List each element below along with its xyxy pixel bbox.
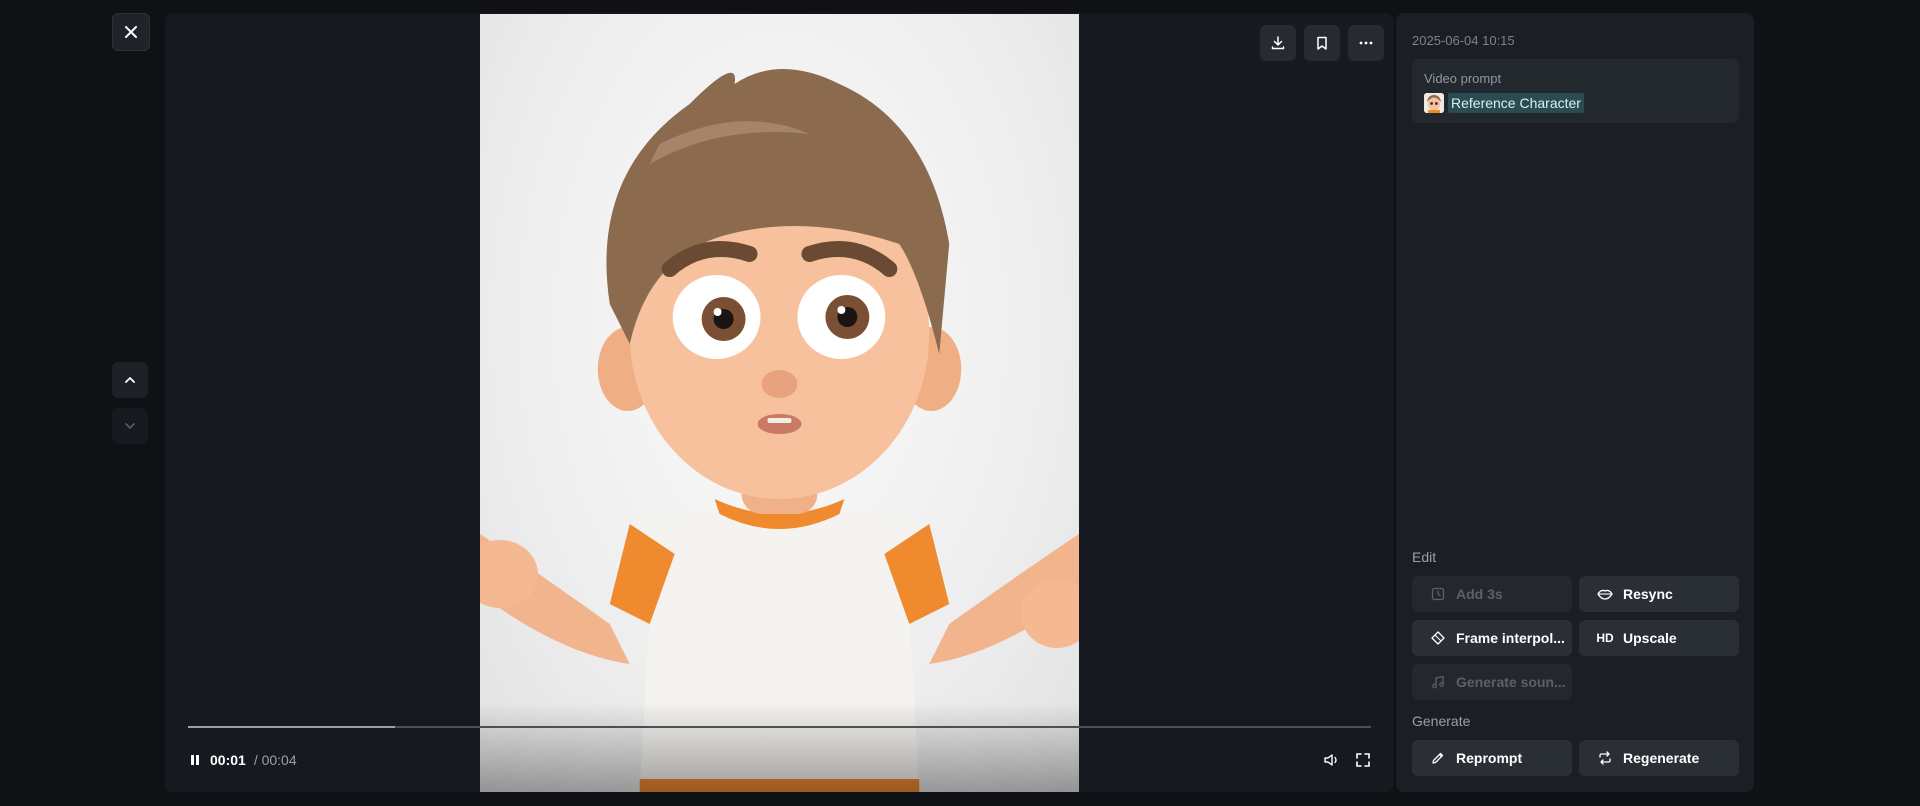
bookmark-button[interactable] xyxy=(1304,25,1340,61)
download-button[interactable] xyxy=(1260,25,1296,61)
progress-fill xyxy=(188,726,396,728)
edit-section-title: Edit xyxy=(1412,549,1437,565)
hd-icon: HD xyxy=(1596,631,1614,645)
next-item-button[interactable] xyxy=(112,408,148,444)
reference-character-label: Reference Character xyxy=(1448,93,1584,113)
regenerate-label: Regenerate xyxy=(1623,750,1700,766)
add-3s-button[interactable]: Add 3s xyxy=(1412,576,1572,612)
video-prompt-title: Video prompt xyxy=(1424,71,1502,86)
player-controls: 00:01 / 00:04 xyxy=(188,748,1371,772)
progress-bar[interactable] xyxy=(188,726,1371,728)
reprompt-button[interactable]: Reprompt xyxy=(1412,740,1572,776)
more-options-button[interactable] xyxy=(1348,25,1384,61)
diamond-icon xyxy=(1430,630,1446,646)
reference-character-chip[interactable]: Reference Character xyxy=(1424,92,1584,114)
current-time: 00:01 xyxy=(210,752,246,768)
music-note-icon xyxy=(1430,674,1446,690)
more-horizontal-icon xyxy=(1359,41,1373,45)
close-button[interactable] xyxy=(112,13,150,51)
add-3s-label: Add 3s xyxy=(1456,586,1503,602)
video-frame[interactable] xyxy=(480,14,1079,792)
generate-sound-button[interactable]: Generate soun... xyxy=(1412,664,1572,700)
frame-interpolation-button[interactable]: Frame interpol... xyxy=(1412,620,1572,656)
chevron-down-icon xyxy=(125,423,135,429)
total-time: / 00:04 xyxy=(253,752,297,768)
cartoon-boy-image xyxy=(480,69,1079,792)
video-prompt-box: Video prompt Reference Character xyxy=(1412,59,1739,123)
chevron-up-icon xyxy=(125,377,135,383)
resync-button[interactable]: Resync xyxy=(1579,576,1739,612)
volume-button[interactable] xyxy=(1323,752,1341,768)
generate-sound-label: Generate soun... xyxy=(1456,674,1566,690)
pause-icon xyxy=(191,755,199,765)
generate-section-title: Generate xyxy=(1412,713,1471,729)
fullscreen-icon xyxy=(1356,753,1370,767)
download-icon xyxy=(1271,36,1285,50)
resync-label: Resync xyxy=(1623,586,1673,602)
previous-item-button[interactable] xyxy=(112,362,148,398)
lips-icon xyxy=(1597,586,1613,602)
repeat-icon xyxy=(1597,750,1613,766)
close-icon xyxy=(125,26,137,38)
bookmark-icon xyxy=(1317,36,1327,50)
pause-button[interactable] xyxy=(188,753,202,767)
reprompt-label: Reprompt xyxy=(1456,750,1523,766)
regenerate-button[interactable]: Regenerate xyxy=(1579,740,1739,776)
player-top-actions xyxy=(1260,25,1384,61)
character-thumbnail xyxy=(1424,93,1444,113)
pencil-icon xyxy=(1430,750,1446,766)
upscale-button[interactable]: HD Upscale xyxy=(1579,620,1739,656)
add-time-icon xyxy=(1430,586,1446,602)
created-date: 2025-06-04 10:15 xyxy=(1412,33,1515,48)
upscale-label: Upscale xyxy=(1623,630,1677,646)
details-panel: 2025-06-04 10:15 Video prompt Reference … xyxy=(1396,13,1754,792)
video-player: 00:01 / 00:04 xyxy=(165,13,1394,792)
frame-interpolation-label: Frame interpol... xyxy=(1456,630,1565,646)
fullscreen-button[interactable] xyxy=(1355,752,1371,768)
volume-icon xyxy=(1324,754,1337,766)
video-bottom-fade xyxy=(480,702,1079,792)
